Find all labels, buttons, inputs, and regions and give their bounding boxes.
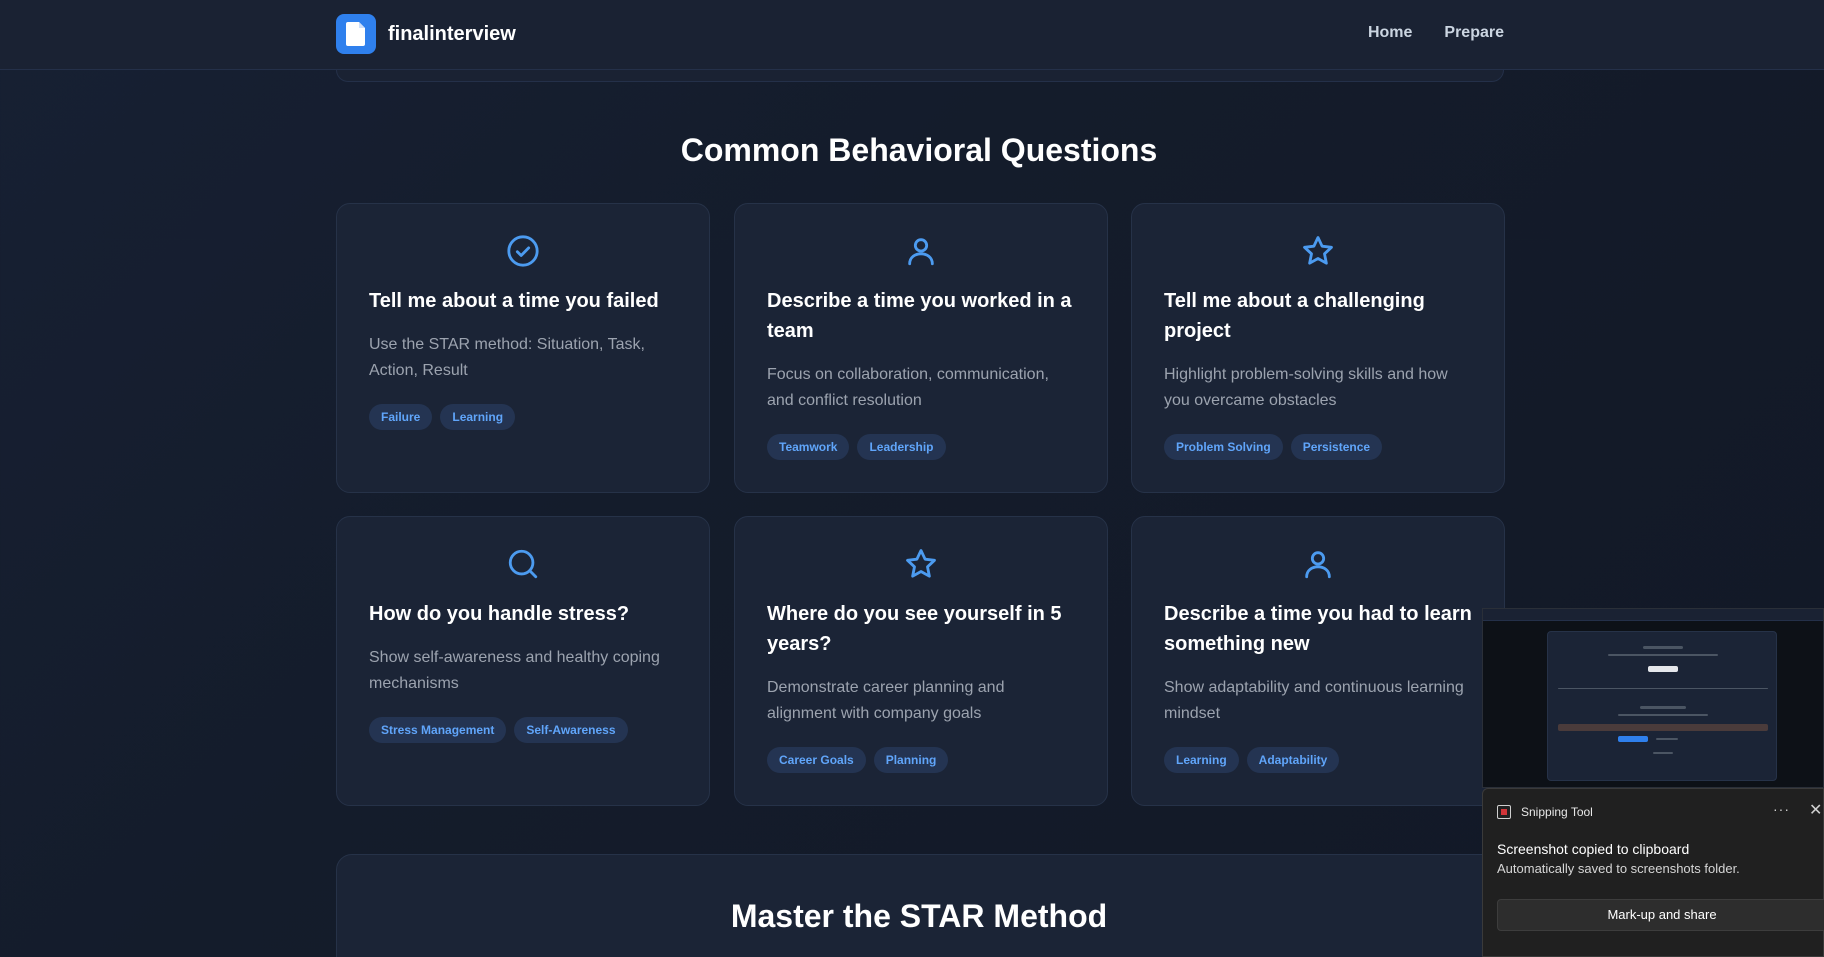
tag: Career Goals bbox=[767, 747, 866, 773]
thumbnail-line bbox=[1653, 752, 1673, 754]
question-title: Where do you see yourself in 5 years? bbox=[767, 603, 1062, 655]
thumbnail-line bbox=[1643, 646, 1683, 649]
thumbnail-line bbox=[1618, 714, 1708, 716]
notification-header: Snipping Tool bbox=[1497, 805, 1593, 819]
document-logo-icon bbox=[336, 14, 376, 54]
section-title: Common Behavioral Questions bbox=[680, 132, 1158, 168]
screenshot-thumbnail[interactable] bbox=[1482, 608, 1824, 788]
question-description: Demonstrate career planning and alignmen… bbox=[767, 679, 1005, 722]
close-icon[interactable]: ✕ bbox=[1809, 800, 1822, 820]
question-title: Tell me about a challenging project bbox=[1164, 290, 1425, 342]
notification-app-name: Snipping Tool bbox=[1521, 805, 1593, 819]
thumbnail-line bbox=[1640, 706, 1686, 709]
tag-list: Career Goals Planning bbox=[767, 747, 1075, 773]
question-card[interactable]: Tell me about a challenging project High… bbox=[1131, 203, 1505, 493]
tag: Problem Solving bbox=[1164, 434, 1283, 460]
tag: Failure bbox=[369, 404, 433, 430]
question-title: Describe a time you had to learn somethi… bbox=[1164, 603, 1472, 655]
question-card[interactable]: Where do you see yourself in 5 years? De… bbox=[734, 516, 1108, 806]
question-card[interactable]: How do you handle stress? Show self-awar… bbox=[336, 516, 710, 806]
tag: Self-Awareness bbox=[514, 717, 628, 743]
question-description: Highlight problem-solving skills and how… bbox=[1164, 366, 1448, 409]
star-icon bbox=[904, 547, 938, 581]
nav-link-home[interactable]: Home bbox=[1368, 24, 1412, 42]
brand-name: finalinterview bbox=[388, 22, 516, 45]
thumbnail-divider bbox=[1558, 688, 1768, 689]
thumbnail-primary-button bbox=[1618, 736, 1648, 742]
nav-links: Home Prepare bbox=[1368, 24, 1504, 42]
question-description: Show self-awareness and healthy coping m… bbox=[369, 649, 660, 692]
nav-link-prepare[interactable]: Prepare bbox=[1444, 24, 1504, 42]
question-title: Describe a time you worked in a team bbox=[767, 290, 1072, 342]
check-circle-icon bbox=[506, 234, 540, 268]
notification-title: Screenshot copied to clipboard bbox=[1497, 841, 1690, 857]
navbar: finalinterview Home Prepare bbox=[0, 0, 1824, 70]
tag: Persistence bbox=[1290, 434, 1383, 460]
thumbnail-line bbox=[1608, 654, 1718, 656]
tag-list: Teamwork Leadership bbox=[767, 434, 1075, 460]
thumbnail-page bbox=[1547, 631, 1777, 781]
question-title: Tell me about a time you failed bbox=[369, 290, 659, 312]
star-icon bbox=[1301, 234, 1335, 268]
question-card[interactable]: Describe a time you had to learn somethi… bbox=[1131, 516, 1505, 806]
user-icon bbox=[1301, 547, 1335, 581]
search-icon bbox=[506, 547, 540, 581]
user-icon bbox=[904, 234, 938, 268]
tag-list: Learning Adaptability bbox=[1164, 747, 1472, 773]
tag-list: Failure Learning bbox=[369, 404, 677, 430]
brand[interactable]: finalinterview bbox=[336, 14, 516, 54]
question-description: Use the STAR method: Situation, Task, Ac… bbox=[369, 336, 645, 379]
question-card[interactable]: Tell me about a time you failed Use the … bbox=[336, 203, 710, 493]
snipping-tool-icon bbox=[1497, 805, 1511, 819]
tag: Learning bbox=[440, 404, 516, 430]
thumbnail-input bbox=[1558, 724, 1768, 731]
question-card[interactable]: Describe a time you worked in a team Foc… bbox=[734, 203, 1108, 493]
question-description: Focus on collaboration, communication, a… bbox=[767, 366, 1049, 409]
tag: Adaptability bbox=[1246, 747, 1340, 773]
tag-list: Problem Solving Persistence bbox=[1164, 434, 1472, 460]
tag: Leadership bbox=[857, 434, 946, 460]
thumbnail-line bbox=[1656, 738, 1678, 740]
mark-up-and-share-button[interactable]: Mark-up and share bbox=[1497, 899, 1824, 931]
tag: Planning bbox=[873, 747, 949, 773]
thumbnail-button bbox=[1648, 666, 1678, 672]
thumbnail-navbar bbox=[1483, 609, 1823, 621]
snipping-tool-notification[interactable]: Snipping Tool ··· ✕ Screenshot copied to… bbox=[1482, 788, 1824, 957]
more-options-icon[interactable]: ··· bbox=[1773, 801, 1790, 817]
tag: Stress Management bbox=[369, 717, 507, 743]
question-title: How do you handle stress? bbox=[369, 603, 630, 625]
previous-section-edge bbox=[336, 70, 1504, 82]
question-description: Show adaptability and continuous learnin… bbox=[1164, 679, 1464, 722]
tag: Teamwork bbox=[767, 434, 850, 460]
tag: Learning bbox=[1164, 747, 1239, 773]
tag-list: Stress Management Self-Awareness bbox=[369, 717, 677, 743]
notification-body: Automatically saved to screenshots folde… bbox=[1497, 861, 1740, 876]
